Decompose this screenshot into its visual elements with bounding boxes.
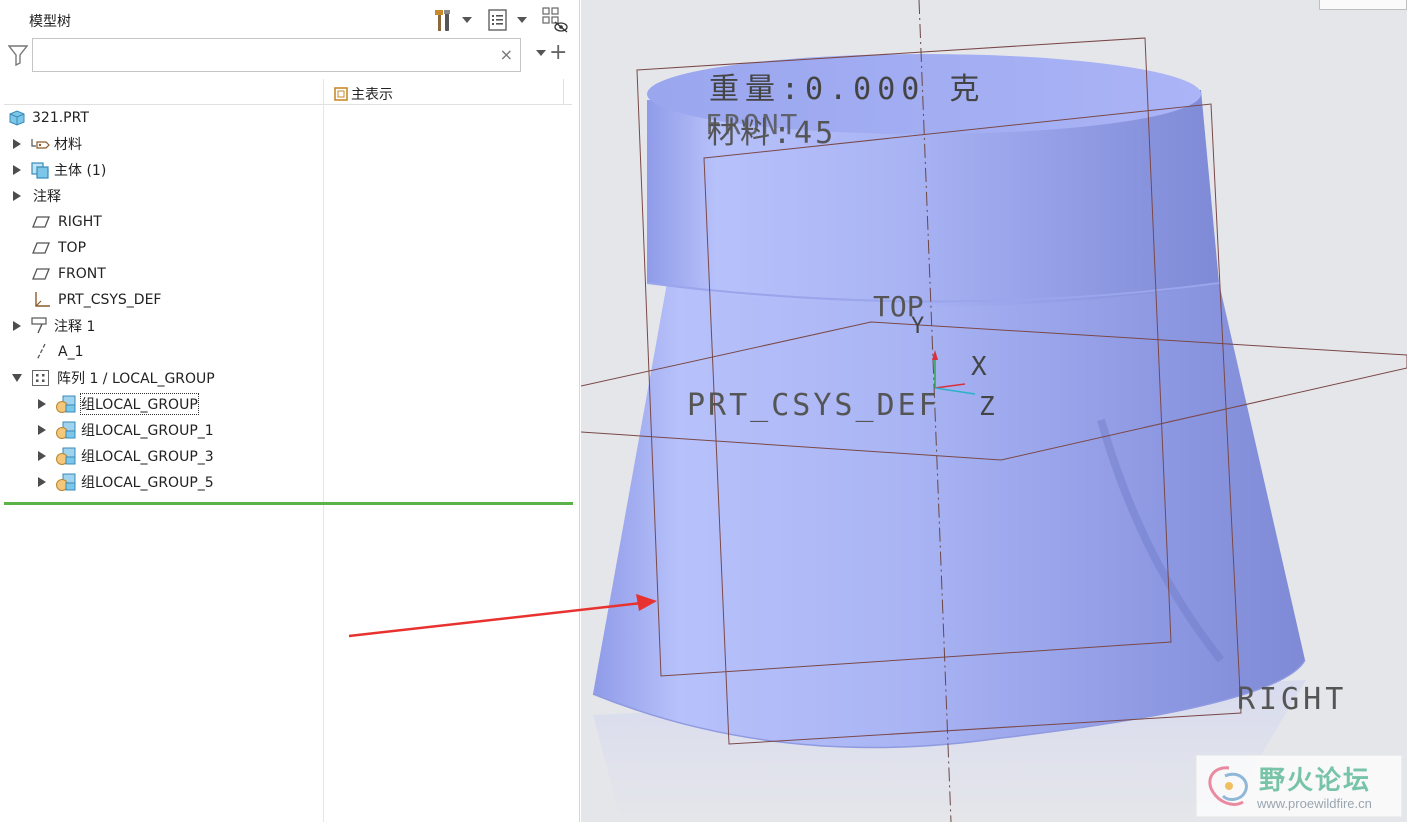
tree-item-label: 主体 (1) [54,163,107,179]
tree-item-group[interactable]: 组LOCAL_GROUP_3 [0,443,323,469]
column-divider[interactable] [563,79,564,105]
search-input[interactable] [33,39,520,71]
model-lower-body [593,283,1305,748]
group-icon [56,421,76,439]
model-tree-panel: 模型树 × + 主表示 321.PRT 材料 主体 (1) 注释 RIGHT T… [0,0,580,822]
column-header-main-representation[interactable]: 主表示 [333,84,393,104]
csys-icon [35,292,50,307]
clear-search-button[interactable]: × [500,45,513,64]
chevron-down-icon [517,17,527,23]
pattern-icon [32,370,49,386]
tree-item-label: FRONT [58,266,106,282]
expand-arrow-icon[interactable] [38,451,46,461]
tools-icon [435,10,450,31]
chevron-down-icon [462,17,472,23]
csys-y-label: Y [911,314,925,339]
filter-icon[interactable] [8,44,28,66]
search-box[interactable]: × [32,38,521,72]
tree-item-label: 组LOCAL_GROUP [80,393,199,415]
expand-arrow-icon[interactable] [13,191,21,201]
tree-item-part[interactable]: 321.PRT [0,105,323,131]
tree-item-label: 321.PRT [32,110,89,126]
tree-item-top-plane[interactable]: TOP [0,235,323,261]
tree-item-label: 阵列 1 / LOCAL_GROUP [57,371,215,387]
expand-arrow-icon[interactable] [38,399,46,409]
tree-item-label: 组LOCAL_GROUP_3 [81,449,214,465]
body-icon [31,162,49,179]
tree-item-annotation-1[interactable]: 注释 1 [0,313,323,339]
tree-item-label: PRT_CSYS_DEF [58,292,162,308]
tree-item-group[interactable]: 组LOCAL_GROUP_5 [0,469,323,495]
front-plane-label: FRONT [705,108,800,141]
watermark-url: www.proewildfire.cn [1257,796,1372,811]
csys-z-label: Z [979,392,995,422]
column-header-row [4,79,572,105]
tree-item-label: A_1 [58,344,84,360]
expand-arrow-icon[interactable] [38,425,46,435]
expand-arrow-icon[interactable] [13,321,21,331]
tree-item-right-plane[interactable]: RIGHT [0,209,323,235]
tree-item-pattern[interactable]: 阵列 1 / LOCAL_GROUP [0,365,323,391]
search-dropdown-button[interactable] [536,50,546,56]
watermark-name: 野火论坛 [1259,766,1372,796]
tree-item-label: 组LOCAL_GROUP_5 [81,475,214,491]
annotation-icon [31,317,47,334]
expand-arrow-icon[interactable] [13,165,21,175]
forum-logo-icon [1208,766,1248,806]
axis-icon [36,343,46,361]
tree-item-label: 注释 [33,189,61,205]
tree-item-label: 注释 1 [54,319,96,335]
group-icon [56,473,76,491]
watermark: 野火论坛 www.proewildfire.cn [1196,755,1402,817]
csys-label: PRT_CSYS_DEF [687,388,940,423]
right-plane-label: RIGHT [1237,682,1348,717]
tree-item-material[interactable]: 材料 [0,131,323,157]
tree-item-group[interactable]: 组LOCAL_GROUP_1 [0,417,323,443]
tree-item-label: RIGHT [58,214,102,230]
show-list-button[interactable] [487,6,527,34]
column-header-label: 主表示 [351,87,393,103]
tree-item-axis[interactable]: A_1 [0,339,323,365]
collapse-arrow-icon[interactable] [12,374,22,382]
expand-arrow-icon[interactable] [38,477,46,487]
csys-x-label: X [971,352,987,382]
column-divider[interactable] [323,79,324,822]
tree-item-label: TOP [58,240,87,256]
part-icon [9,110,25,126]
visibility-filter-button[interactable] [541,6,569,34]
list-icon [488,9,507,31]
insert-indicator-line[interactable] [4,502,573,505]
expand-arrow-icon[interactable] [13,139,21,149]
group-icon [56,447,76,465]
settings-tools-button[interactable] [432,6,472,34]
material-icon [31,139,50,149]
tree-item-label: 材料 [54,137,82,153]
representation-icon [334,87,348,101]
tree-item-bodies[interactable]: 主体 (1) [0,157,323,183]
add-column-button[interactable]: + [549,42,567,64]
datum-plane-icon [32,268,50,280]
datum-plane-icon [32,242,50,254]
graphics-viewport[interactable]: 重量:0.000 克 材料:45 FRONT TOP Y X Z PRT_CSY… [581,0,1407,822]
datum-plane-icon [32,216,50,228]
tree-item-front-plane[interactable]: FRONT [0,261,323,287]
tree-item-group[interactable]: 组LOCAL_GROUP [0,391,323,417]
group-icon [56,395,76,413]
panel-title: 模型树 [29,14,71,30]
tree-item-label: 组LOCAL_GROUP_1 [81,423,214,439]
annotation-weight: 重量:0.000 克 [709,72,986,107]
hidden-items-icon [542,7,568,33]
tree-item-annotations[interactable]: 注释 [0,183,323,209]
tree-item-csys[interactable]: PRT_CSYS_DEF [0,287,323,313]
